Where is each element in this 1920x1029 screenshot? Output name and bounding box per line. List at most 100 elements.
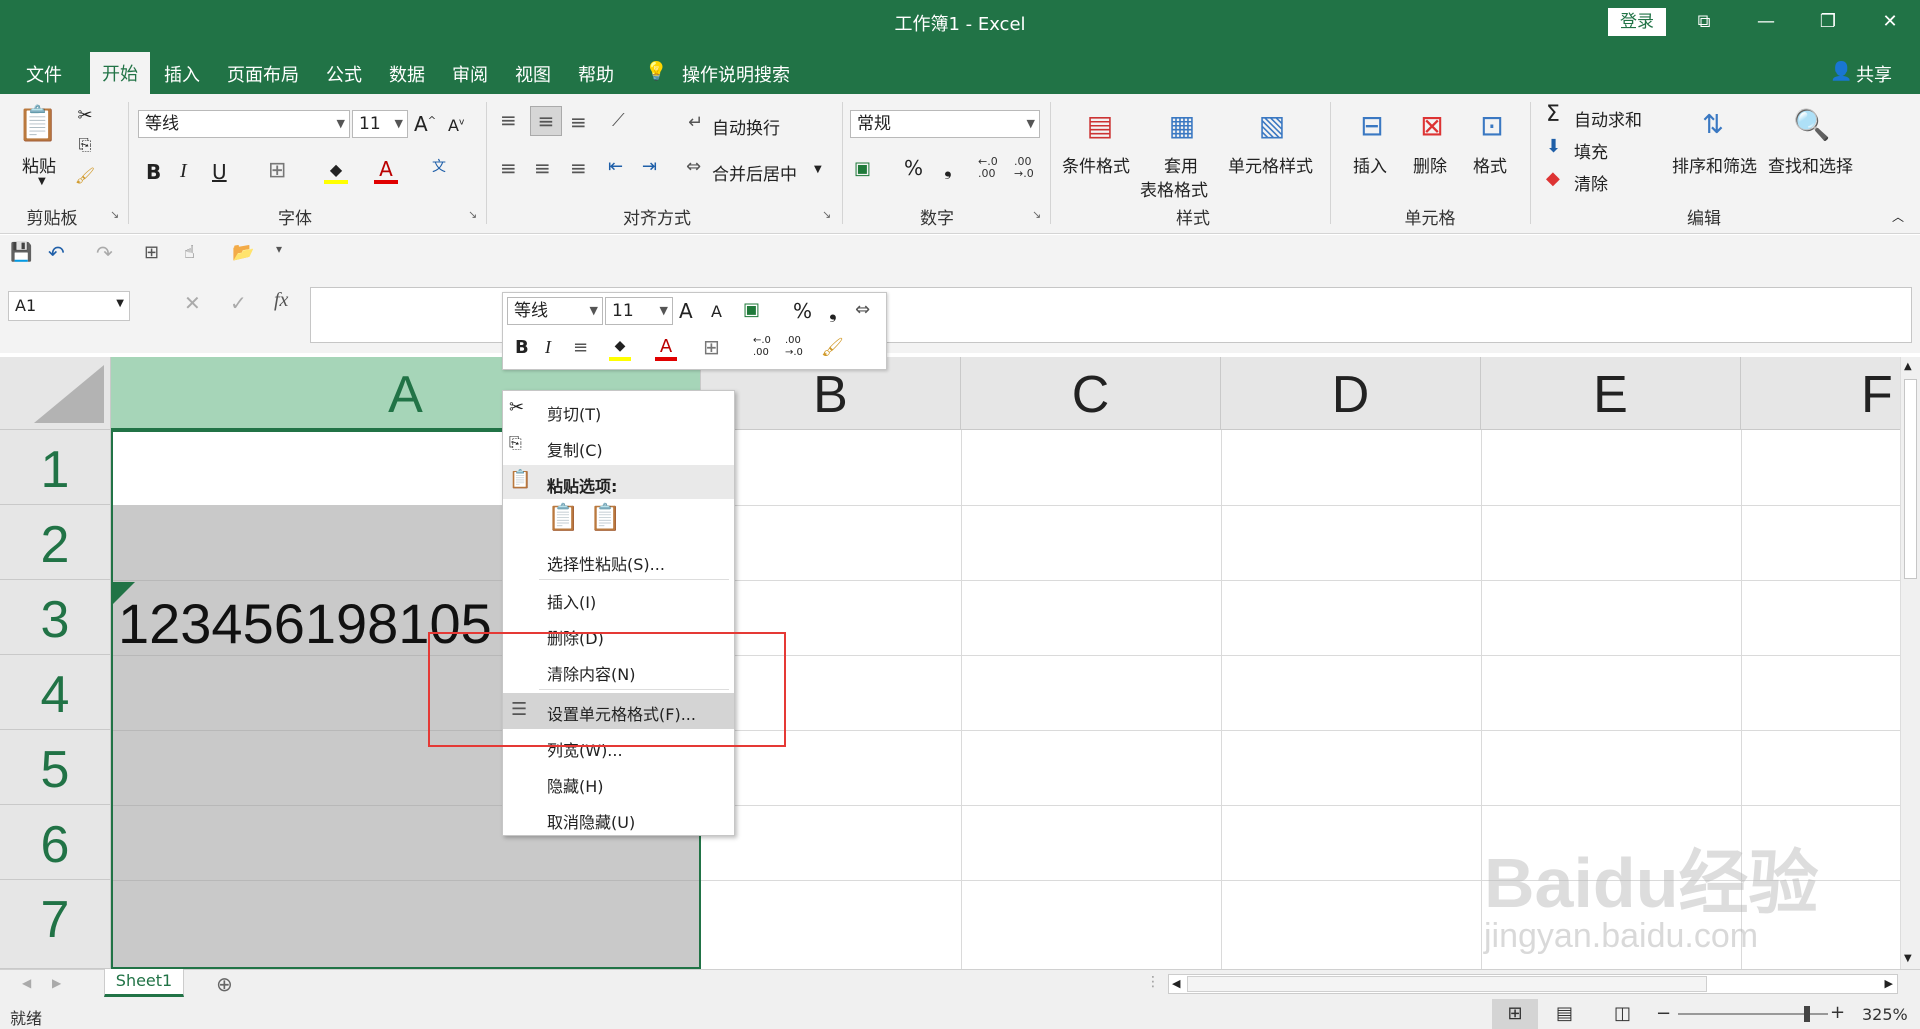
share-button[interactable]: 共享: [1856, 61, 1892, 87]
sort-filter-icon[interactable]: ⇅: [1688, 104, 1738, 146]
sheet-tab-sheet1[interactable]: Sheet1: [104, 969, 184, 997]
open-folder-icon[interactable]: 📂: [232, 242, 254, 263]
name-box[interactable]: A1 ▼: [8, 291, 130, 321]
tab-home[interactable]: 开始: [90, 52, 150, 94]
paste-dropdown-icon[interactable]: ▼: [38, 176, 46, 187]
format-painter-icon[interactable]: 🖌: [74, 164, 96, 186]
align-bottom-icon[interactable]: ≡: [570, 110, 587, 134]
select-all-corner[interactable]: [0, 357, 111, 430]
merge-center-icon[interactable]: ⇔: [686, 156, 701, 177]
underline-icon[interactable]: U: [212, 160, 227, 184]
comma-style-icon[interactable]: ❟: [944, 156, 952, 180]
zoom-in-icon[interactable]: +: [1830, 1002, 1845, 1023]
share-icon[interactable]: 👤: [1830, 61, 1852, 82]
restore-icon[interactable]: ❐: [1800, 4, 1856, 40]
mini-italic-icon[interactable]: I: [545, 337, 551, 358]
mini-font-name-select[interactable]: 等线 ▼: [507, 297, 603, 325]
borders-icon[interactable]: ⊞: [268, 158, 286, 183]
increase-decimal-icon[interactable]: ←.0.00: [978, 156, 998, 180]
eraser-icon[interactable]: ◆: [1546, 168, 1560, 189]
redo-icon[interactable]: ↷: [96, 241, 113, 265]
italic-icon[interactable]: I: [180, 160, 187, 183]
row-header-1[interactable]: 1: [0, 430, 111, 505]
cut-icon[interactable]: ✂: [74, 104, 96, 126]
mini-font-color-icon[interactable]: A: [655, 335, 677, 361]
zoom-slider-thumb[interactable]: [1804, 1006, 1810, 1022]
customize-qat-icon[interactable]: ▾: [276, 242, 282, 256]
horizontal-scrollbar[interactable]: ◀ ▶: [1168, 974, 1898, 994]
scroll-down-icon[interactable]: ▼: [1904, 953, 1912, 964]
delete-cells-icon[interactable]: ⊠: [1412, 104, 1452, 146]
menu-item-insert[interactable]: 插入(I): [547, 589, 596, 613]
zoom-level[interactable]: 325%: [1862, 1005, 1908, 1024]
conditional-format-button[interactable]: 条件格式: [1062, 152, 1130, 177]
sort-filter-button[interactable]: 排序和筛选: [1672, 152, 1757, 177]
mini-comma-icon[interactable]: ❟: [829, 299, 837, 323]
mini-percent-icon[interactable]: %: [793, 299, 812, 323]
delete-cells-button[interactable]: 删除: [1413, 152, 1447, 177]
tab-formulas[interactable]: 公式: [326, 61, 362, 87]
menu-item-hide[interactable]: 隐藏(H): [547, 773, 604, 797]
mini-fill-color-icon[interactable]: ◆: [609, 335, 631, 361]
lightbulb-icon[interactable]: 💡: [645, 61, 667, 82]
confirm-entry-icon[interactable]: ✓: [230, 291, 247, 315]
vertical-scroll-thumb[interactable]: [1904, 379, 1917, 579]
font-name-select[interactable]: 等线 ▼: [138, 110, 350, 138]
number-format-select[interactable]: 常规 ▼: [850, 110, 1040, 138]
insert-cells-icon[interactable]: ⊟: [1352, 104, 1392, 146]
tell-me-search[interactable]: 操作说明搜索: [682, 61, 790, 87]
mini-decrease-font-icon[interactable]: A: [711, 302, 722, 321]
find-select-button[interactable]: 查找和选择: [1768, 152, 1853, 177]
mini-font-size-select[interactable]: 11 ▼: [605, 297, 673, 325]
table-format-icon[interactable]: ▦: [1162, 104, 1202, 146]
table-format-button-line1[interactable]: 套用: [1164, 152, 1198, 177]
row-header-5[interactable]: 5: [0, 730, 111, 805]
paste-values-icon[interactable]: 📋: [589, 503, 621, 533]
paste-keep-format-icon[interactable]: 📋: [547, 503, 579, 533]
format-cells-button[interactable]: 格式: [1473, 152, 1507, 177]
fill-icon[interactable]: ⬇: [1546, 136, 1561, 157]
touch-mode-icon[interactable]: ☝: [184, 242, 195, 263]
tab-data[interactable]: 数据: [389, 61, 425, 87]
ribbon-display-icon[interactable]: ⧉: [1676, 4, 1732, 40]
menu-item-paste-special[interactable]: 选择性粘贴(S)...: [547, 551, 665, 575]
row-header-7[interactable]: 7: [0, 880, 111, 969]
close-icon[interactable]: ✕: [1862, 4, 1918, 40]
align-middle-icon[interactable]: ≡: [530, 106, 562, 136]
login-button[interactable]: 登录: [1608, 8, 1666, 36]
mini-center-icon[interactable]: ≡: [573, 337, 588, 358]
paste-button[interactable]: 粘贴: [22, 152, 56, 177]
align-left-icon[interactable]: ≡: [500, 156, 517, 180]
chevron-down-icon[interactable]: ▼: [814, 164, 822, 175]
mini-increase-decimal-icon[interactable]: ←.0.00: [753, 335, 771, 359]
collapse-ribbon-icon[interactable]: ︿: [1892, 208, 1904, 225]
table-format-button-line2[interactable]: 表格格式: [1140, 176, 1208, 201]
mini-bold-icon[interactable]: B: [515, 337, 529, 358]
fill-color-icon[interactable]: ◆: [324, 158, 348, 184]
tab-review[interactable]: 审阅: [452, 61, 488, 87]
undo-icon[interactable]: ↶: [48, 241, 65, 265]
align-center-icon[interactable]: ≡: [534, 156, 551, 180]
fill-button[interactable]: 填充: [1574, 138, 1608, 163]
cell-styles-button[interactable]: 单元格样式: [1228, 152, 1313, 177]
prev-sheet-icon[interactable]: ◀: [22, 976, 31, 990]
increase-font-icon[interactable]: A^: [414, 112, 436, 136]
tab-split-handle-icon[interactable]: ⋮: [1146, 974, 1160, 990]
find-select-icon[interactable]: 🔍: [1790, 104, 1834, 146]
autosum-icon[interactable]: Σ: [1546, 102, 1560, 127]
mini-format-painter-icon[interactable]: 🖌: [821, 337, 844, 358]
percent-icon[interactable]: %: [904, 156, 923, 180]
row-header-3[interactable]: 3: [0, 580, 111, 655]
cancel-entry-icon[interactable]: ✕: [184, 291, 201, 315]
decrease-decimal-icon[interactable]: .00 →.0: [1014, 156, 1034, 180]
insert-cells-button[interactable]: 插入: [1353, 152, 1387, 177]
tab-help[interactable]: 帮助: [578, 61, 614, 87]
page-break-view-icon[interactable]: ◫: [1614, 1003, 1631, 1024]
format-cells-icon[interactable]: ⊡: [1472, 104, 1512, 146]
mini-currency-icon[interactable]: ▣: [743, 299, 760, 320]
decrease-font-icon[interactable]: Av: [448, 116, 464, 135]
currency-icon[interactable]: ▣: [854, 158, 871, 179]
mini-increase-font-icon[interactable]: A: [679, 299, 693, 323]
page-setup-icon[interactable]: ⊞: [144, 242, 159, 263]
cell-styles-icon[interactable]: ▧: [1252, 104, 1292, 146]
